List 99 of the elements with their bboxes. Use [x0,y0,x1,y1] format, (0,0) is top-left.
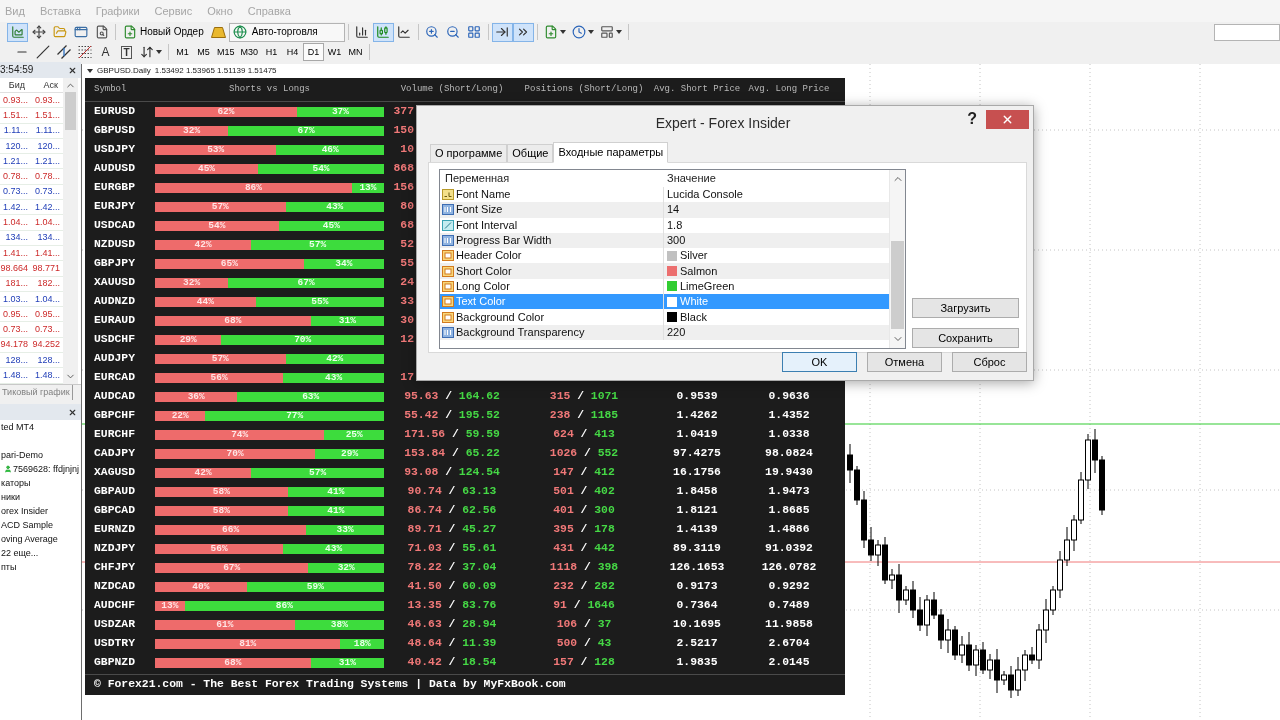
ask-cell-text: 1.51... [33,110,61,120]
bid-cell-text: 1.11... [2,126,29,136]
timeframe-button[interactable]: W1 [324,43,346,61]
caret-icon [615,30,622,34]
ask-cell-text: 1.04... [33,294,61,304]
timeframe-button[interactable]: M15 [214,43,238,61]
tree-item[interactable]: ники [1,492,20,502]
bid-cell-text: 134... [4,233,29,243]
globe-icon [232,25,247,39]
bid-cell-text: 0.78... [1,172,29,182]
grid-icon [467,25,482,39]
panel-title: 3:54:59 [0,65,34,75]
file-search-icon [94,25,109,39]
text-tool-button[interactable]: A [95,42,116,62]
close-icon[interactable] [68,407,77,417]
diagonal-line-icon [35,45,50,59]
bid-cell-text: 0.73... [1,325,29,335]
ask-cell-text: 0.93... [33,95,61,105]
tree-item[interactable]: 7569628: ffdjnjnj [13,464,79,474]
line-chart-icon [397,25,412,39]
bar-chart-icon [355,25,370,39]
bid-cell-text: 1.41... [1,248,29,258]
dotted-lines-icon [77,45,92,59]
move-icon [31,25,46,39]
tree-item[interactable]: каторы [1,478,31,488]
ask-cell-text: 0.78... [33,172,61,182]
ask-cell-text: 134... [36,233,61,243]
timeframe-button[interactable]: H4 [282,43,304,61]
ask-cell-text: 128... [36,355,61,365]
user-icon [4,465,12,473]
auto-trading-button[interactable]: Авто-торговля [228,22,345,42]
bid-cell-text: 1.51... [1,110,29,120]
bid-cell-text: 98.664 [0,263,29,273]
bid-cell-text: 0.73... [1,187,29,197]
ask-cell-text: 1.41... [33,248,61,258]
clock-icon [571,25,586,39]
timeframe-button[interactable]: H1 [261,43,283,61]
tree-item[interactable]: 22 еще... [1,548,39,558]
tree-item[interactable]: orex Insider [1,506,49,516]
ask-cell-text: 1.42... [33,202,61,212]
caret-icon [559,30,566,34]
ask-cell-text: 1.21... [33,156,61,166]
tab[interactable]: Тиковый график [0,385,73,400]
ingot-icon [210,26,226,38]
folder-icon [52,25,67,39]
bid-cell-text: 0.95... [1,309,29,319]
timeframe-button[interactable]: D1 [303,43,325,61]
scrollbar[interactable] [63,78,78,384]
ask-cell-text: 120... [36,141,61,151]
ask-cell-text: 0.95... [33,309,61,319]
toolbar-button[interactable] [491,22,513,42]
bid-cell-text: 1.42... [1,202,29,212]
bid-cell-text: 1.04... [1,218,29,227]
bid-cell-text: 94.178 [0,340,29,350]
tree-item[interactable]: ACD Sample [1,520,54,530]
ask-cell-text: 182... [36,279,61,289]
toolbar-button[interactable] [512,22,534,42]
scrollbar-thumb[interactable] [65,92,76,130]
new-order-button[interactable]: Новый Ордер [119,22,208,42]
candlestick-icon [376,25,391,39]
timeframe-button[interactable]: MN [345,43,367,61]
tree-item[interactable]: oving Average [1,534,58,544]
up-down-arrows-icon [140,45,154,59]
bid-cell-text: 1.03... [1,294,29,304]
parallel-lines-icon [56,45,71,59]
ask-cell-text: 1.04... [33,218,61,227]
bid-cell-text: 1.48... [1,371,29,380]
timeframe-button[interactable]: M30 [237,43,262,61]
area-chart-icon [10,25,25,39]
file-plus-icon [123,25,137,39]
ask-cell-text: 1.11... [34,126,61,136]
text-tool-button[interactable]: T [116,42,137,62]
bid-cell-text: 120... [4,141,29,151]
close-icon[interactable] [68,65,77,75]
window-icon [73,25,88,39]
arrow-to-line-icon [495,25,510,39]
layout-icon [599,25,614,39]
bid-cell-text: 128... [4,355,29,365]
zoom-out-icon [446,25,461,39]
caret-icon [156,50,162,54]
column-header: Аск [42,80,59,90]
ask-cell-text: 0.73... [33,187,61,197]
ask-cell-text: 98.771 [31,263,61,273]
file-plus-icon [543,25,558,39]
caret-icon [587,30,594,34]
column-header: Бид [7,80,26,90]
zoom-in-icon [425,25,440,39]
ask-cell-text: 94.252 [31,340,61,350]
input-field[interactable] [1214,23,1280,41]
tree-item[interactable]: pari-Demo [1,450,43,460]
tree-item[interactable]: ted MT4 [1,422,34,432]
bid-cell-text: 181... [4,279,29,289]
bid-cell-text: 0.93... [1,95,29,105]
ask-cell-text: 1.48... [33,371,61,380]
timeframe-button[interactable]: M1 [172,43,193,61]
ask-cell-text: 0.73... [33,325,61,335]
timeframe-button[interactable]: M5 [193,43,214,61]
tree-item[interactable]: пты [1,562,17,572]
bid-cell-text: 1.21... [1,156,29,166]
